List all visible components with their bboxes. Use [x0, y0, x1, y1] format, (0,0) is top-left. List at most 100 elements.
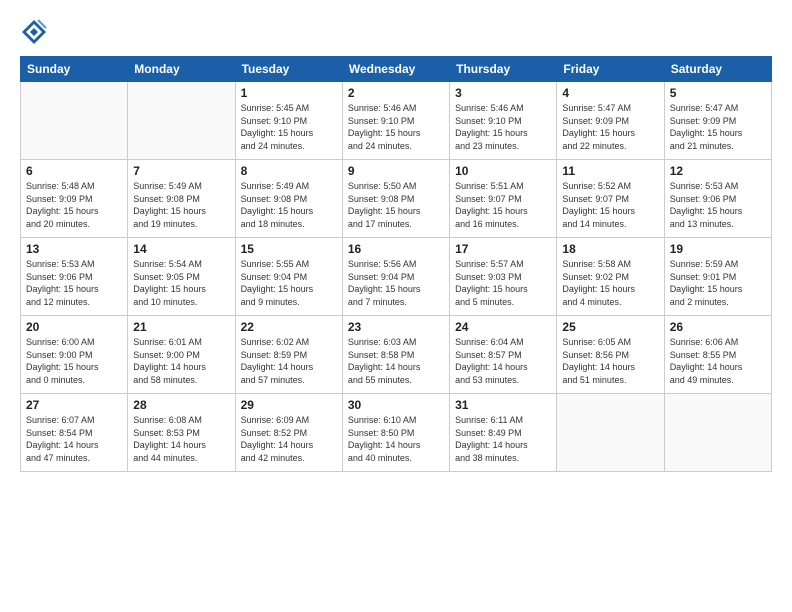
calendar-cell: 19 Sunrise: 5:59 AM Sunset: 9:01 PM Dayli…	[664, 238, 771, 316]
calendar-cell: 6 Sunrise: 5:48 AM Sunset: 9:09 PM Daylig…	[21, 160, 128, 238]
calendar-cell: 18 Sunrise: 5:58 AM Sunset: 9:02 PM Dayli…	[557, 238, 664, 316]
day-info: Sunrise: 5:56 AM Sunset: 9:04 PM Dayligh…	[348, 258, 444, 308]
weekday-header-cell: Wednesday	[342, 57, 449, 82]
calendar-cell: 30 Sunrise: 6:10 AM Sunset: 8:50 PM Dayli…	[342, 394, 449, 472]
day-number: 28	[133, 398, 229, 412]
day-number: 17	[455, 242, 551, 256]
calendar: SundayMondayTuesdayWednesdayThursdayFrid…	[20, 56, 772, 472]
calendar-cell: 27Sunrise: 6:07 AM Sunset: 8:54 PM Dayli…	[21, 394, 128, 472]
day-info: Sunrise: 5:57 AM Sunset: 9:03 PM Dayligh…	[455, 258, 551, 308]
calendar-cell: 10 Sunrise: 5:51 AM Sunset: 9:07 PM Dayli…	[450, 160, 557, 238]
day-number: 18	[562, 242, 658, 256]
day-info: Sunrise: 5:53 AM Sunset: 9:06 PM Dayligh…	[670, 180, 766, 230]
day-number: 5	[670, 86, 766, 100]
day-number: 3	[455, 86, 551, 100]
weekday-header-cell: Friday	[557, 57, 664, 82]
day-info: Sunrise: 5:46 AM Sunset: 9:10 PM Dayligh…	[455, 102, 551, 152]
calendar-week-row: 27Sunrise: 6:07 AM Sunset: 8:54 PM Dayli…	[21, 394, 772, 472]
calendar-week-row: 13 Sunrise: 5:53 AM Sunset: 9:06 PM Dayli…	[21, 238, 772, 316]
weekday-header-cell: Saturday	[664, 57, 771, 82]
calendar-cell: 5 Sunrise: 5:47 AM Sunset: 9:09 PM Daylig…	[664, 82, 771, 160]
calendar-cell: 25 Sunrise: 6:05 AM Sunset: 8:56 PM Dayli…	[557, 316, 664, 394]
calendar-cell: 14Sunrise: 5:54 AM Sunset: 9:05 PM Dayli…	[128, 238, 235, 316]
calendar-cell	[664, 394, 771, 472]
day-info: Sunrise: 5:48 AM Sunset: 9:09 PM Dayligh…	[26, 180, 122, 230]
calendar-week-row: 1 Sunrise: 5:45 AM Sunset: 9:10 PM Daylig…	[21, 82, 772, 160]
logo	[20, 18, 52, 46]
day-info: Sunrise: 6:05 AM Sunset: 8:56 PM Dayligh…	[562, 336, 658, 386]
day-number: 31	[455, 398, 551, 412]
day-number: 22	[241, 320, 337, 334]
page: SundayMondayTuesdayWednesdayThursdayFrid…	[0, 0, 792, 612]
calendar-cell: 9 Sunrise: 5:50 AM Sunset: 9:08 PM Daylig…	[342, 160, 449, 238]
day-number: 27	[26, 398, 122, 412]
day-info: Sunrise: 6:08 AM Sunset: 8:53 PM Dayligh…	[133, 414, 229, 464]
calendar-cell: 2 Sunrise: 5:46 AM Sunset: 9:10 PM Daylig…	[342, 82, 449, 160]
day-number: 11	[562, 164, 658, 178]
day-info: Sunrise: 5:49 AM Sunset: 9:08 PM Dayligh…	[241, 180, 337, 230]
day-number: 2	[348, 86, 444, 100]
day-info: Sunrise: 5:52 AM Sunset: 9:07 PM Dayligh…	[562, 180, 658, 230]
day-info: Sunrise: 5:59 AM Sunset: 9:01 PM Dayligh…	[670, 258, 766, 308]
day-number: 29	[241, 398, 337, 412]
calendar-cell	[21, 82, 128, 160]
day-number: 21	[133, 320, 229, 334]
calendar-cell: 7 Sunrise: 5:49 AM Sunset: 9:08 PM Daylig…	[128, 160, 235, 238]
day-number: 9	[348, 164, 444, 178]
day-number: 25	[562, 320, 658, 334]
day-info: Sunrise: 5:51 AM Sunset: 9:07 PM Dayligh…	[455, 180, 551, 230]
header	[20, 18, 772, 46]
calendar-cell: 3 Sunrise: 5:46 AM Sunset: 9:10 PM Daylig…	[450, 82, 557, 160]
day-number: 8	[241, 164, 337, 178]
weekday-header-cell: Thursday	[450, 57, 557, 82]
weekday-header-cell: Tuesday	[235, 57, 342, 82]
calendar-body: 1 Sunrise: 5:45 AM Sunset: 9:10 PM Daylig…	[21, 82, 772, 472]
calendar-cell: 16 Sunrise: 5:56 AM Sunset: 9:04 PM Dayli…	[342, 238, 449, 316]
calendar-cell: 29 Sunrise: 6:09 AM Sunset: 8:52 PM Dayli…	[235, 394, 342, 472]
day-info: Sunrise: 5:46 AM Sunset: 9:10 PM Dayligh…	[348, 102, 444, 152]
day-number: 23	[348, 320, 444, 334]
day-info: Sunrise: 5:55 AM Sunset: 9:04 PM Dayligh…	[241, 258, 337, 308]
day-info: Sunrise: 6:02 AM Sunset: 8:59 PM Dayligh…	[241, 336, 337, 386]
calendar-cell: 11 Sunrise: 5:52 AM Sunset: 9:07 PM Dayli…	[557, 160, 664, 238]
calendar-cell: 24Sunrise: 6:04 AM Sunset: 8:57 PM Dayli…	[450, 316, 557, 394]
day-number: 30	[348, 398, 444, 412]
calendar-cell: 21Sunrise: 6:01 AM Sunset: 9:00 PM Dayli…	[128, 316, 235, 394]
calendar-cell: 1 Sunrise: 5:45 AM Sunset: 9:10 PM Daylig…	[235, 82, 342, 160]
day-info: Sunrise: 6:04 AM Sunset: 8:57 PM Dayligh…	[455, 336, 551, 386]
day-info: Sunrise: 6:09 AM Sunset: 8:52 PM Dayligh…	[241, 414, 337, 464]
day-number: 26	[670, 320, 766, 334]
day-number: 15	[241, 242, 337, 256]
calendar-cell: 15 Sunrise: 5:55 AM Sunset: 9:04 PM Dayli…	[235, 238, 342, 316]
calendar-cell: 31Sunrise: 6:11 AM Sunset: 8:49 PM Dayli…	[450, 394, 557, 472]
weekday-header-row: SundayMondayTuesdayWednesdayThursdayFrid…	[21, 57, 772, 82]
day-number: 13	[26, 242, 122, 256]
day-info: Sunrise: 6:03 AM Sunset: 8:58 PM Dayligh…	[348, 336, 444, 386]
calendar-cell: 20Sunrise: 6:00 AM Sunset: 9:00 PM Dayli…	[21, 316, 128, 394]
day-info: Sunrise: 5:58 AM Sunset: 9:02 PM Dayligh…	[562, 258, 658, 308]
weekday-header-cell: Monday	[128, 57, 235, 82]
calendar-cell: 13 Sunrise: 5:53 AM Sunset: 9:06 PM Dayli…	[21, 238, 128, 316]
calendar-cell: 28 Sunrise: 6:08 AM Sunset: 8:53 PM Dayli…	[128, 394, 235, 472]
calendar-cell: 12 Sunrise: 5:53 AM Sunset: 9:06 PM Dayli…	[664, 160, 771, 238]
day-info: Sunrise: 5:50 AM Sunset: 9:08 PM Dayligh…	[348, 180, 444, 230]
day-info: Sunrise: 5:47 AM Sunset: 9:09 PM Dayligh…	[670, 102, 766, 152]
day-info: Sunrise: 6:10 AM Sunset: 8:50 PM Dayligh…	[348, 414, 444, 464]
day-number: 10	[455, 164, 551, 178]
day-info: Sunrise: 5:45 AM Sunset: 9:10 PM Dayligh…	[241, 102, 337, 152]
calendar-cell: 23 Sunrise: 6:03 AM Sunset: 8:58 PM Dayli…	[342, 316, 449, 394]
calendar-week-row: 20Sunrise: 6:00 AM Sunset: 9:00 PM Dayli…	[21, 316, 772, 394]
day-info: Sunrise: 5:53 AM Sunset: 9:06 PM Dayligh…	[26, 258, 122, 308]
day-number: 14	[133, 242, 229, 256]
day-number: 7	[133, 164, 229, 178]
day-number: 19	[670, 242, 766, 256]
calendar-cell: 22 Sunrise: 6:02 AM Sunset: 8:59 PM Dayli…	[235, 316, 342, 394]
day-number: 12	[670, 164, 766, 178]
day-number: 1	[241, 86, 337, 100]
calendar-cell: 17 Sunrise: 5:57 AM Sunset: 9:03 PM Dayli…	[450, 238, 557, 316]
day-number: 6	[26, 164, 122, 178]
day-info: Sunrise: 5:49 AM Sunset: 9:08 PM Dayligh…	[133, 180, 229, 230]
calendar-week-row: 6 Sunrise: 5:48 AM Sunset: 9:09 PM Daylig…	[21, 160, 772, 238]
day-number: 16	[348, 242, 444, 256]
day-info: Sunrise: 5:47 AM Sunset: 9:09 PM Dayligh…	[562, 102, 658, 152]
